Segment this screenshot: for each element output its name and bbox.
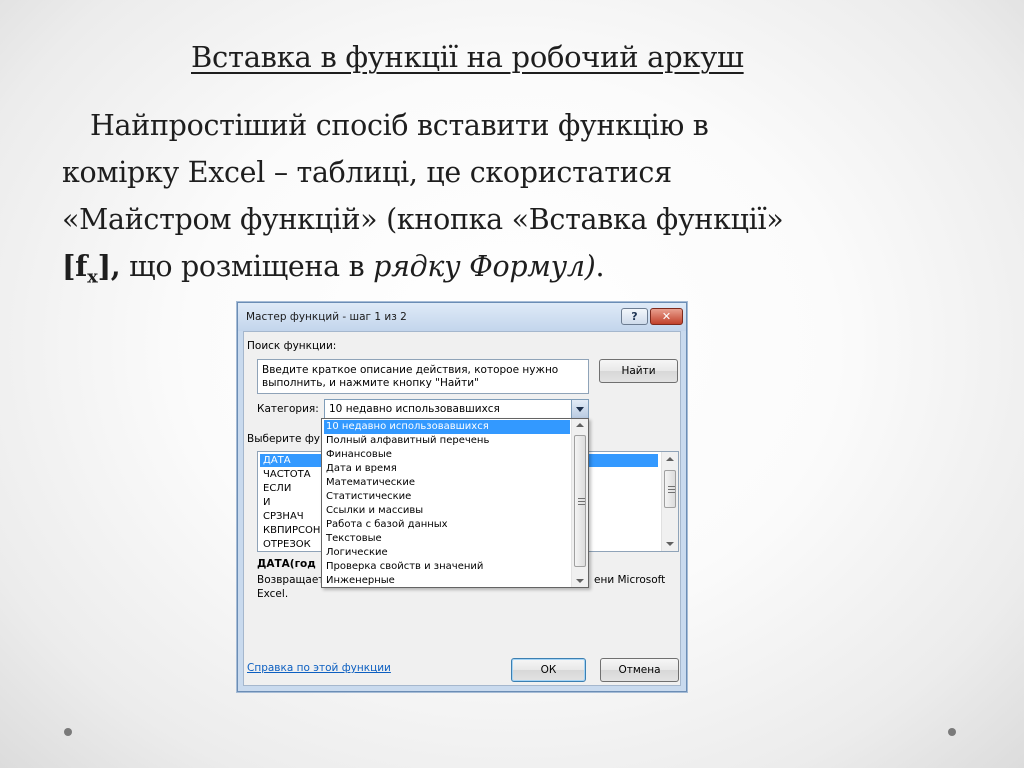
body-line-1: Найпростіший спосіб вставити функцію в: [90, 109, 709, 142]
line4-text: що розміщена в: [120, 250, 374, 283]
fx-close: ],: [97, 249, 121, 283]
grip-line: [578, 501, 585, 502]
list-item[interactable]: ЕСЛИ: [263, 482, 291, 495]
slide-body: Найпростіший спосіб вставити функцію в к…: [62, 102, 962, 301]
category-option[interactable]: Финансовые: [324, 448, 570, 462]
help-button[interactable]: ?: [621, 308, 648, 325]
category-select[interactable]: 10 недавно использовавшихся: [324, 399, 589, 419]
list-item[interactable]: ОТРЕЗОК: [263, 538, 311, 551]
scrollbar-thumb[interactable]: [574, 435, 586, 567]
scroll-down-icon[interactable]: [576, 579, 584, 583]
scroll-down-icon[interactable]: [666, 542, 674, 546]
category-option[interactable]: 10 недавно использовавшихся: [324, 420, 570, 434]
function-description-line2: Excel.: [257, 588, 289, 600]
category-option[interactable]: Работа с базой данных: [324, 518, 570, 532]
fx-sub: x: [87, 266, 98, 288]
decor-dot-right: [948, 728, 956, 736]
function-signature: ДАТА(год: [257, 558, 316, 570]
scroll-up-icon[interactable]: [576, 423, 584, 427]
category-option[interactable]: Статистические: [324, 490, 570, 504]
list-item[interactable]: СРЗНАЧ: [263, 510, 304, 523]
search-text-line2: выполнить, и нажмите кнопку "Найти": [262, 377, 479, 389]
grip-line: [668, 492, 675, 493]
grip-line: [578, 504, 585, 505]
search-text-line1: Введите краткое описание действия, котор…: [262, 364, 559, 376]
list-item[interactable]: ДАТА: [263, 454, 291, 467]
function-list-scrollbar[interactable]: [661, 452, 678, 551]
category-value: 10 недавно использовавшихся: [329, 403, 500, 415]
line4-end: .: [595, 250, 605, 283]
formula-bar-italic: рядку Формул): [373, 250, 596, 283]
category-label: Категория:: [257, 403, 319, 415]
slide-title: Вставка в функції на робочий аркуш: [191, 40, 744, 74]
dialog-titlebar[interactable]: Мастер функций - шаг 1 из 2 ? ✕: [238, 303, 686, 331]
category-option[interactable]: Ссылки и массивы: [324, 504, 570, 518]
category-option[interactable]: Логические: [324, 546, 570, 560]
dialog-title: Мастер функций - шаг 1 из 2: [246, 311, 407, 323]
cancel-button[interactable]: Отмена: [600, 658, 679, 682]
list-item[interactable]: КВПИРСОН: [263, 524, 320, 537]
search-input[interactable]: Введите краткое описание действия, котор…: [257, 359, 589, 394]
body-line-4: [fx], що розміщена в рядку Формул).: [62, 243, 962, 301]
dropdown-scrollbar[interactable]: [571, 419, 588, 587]
list-item[interactable]: И: [263, 496, 270, 509]
category-option[interactable]: Полный алфавитный перечень: [324, 434, 570, 448]
chevron-down-icon[interactable]: [571, 400, 588, 418]
scrollbar-thumb[interactable]: [664, 470, 676, 508]
function-help-link[interactable]: Справка по этой функции: [247, 662, 391, 674]
close-button[interactable]: ✕: [650, 308, 683, 325]
ok-button[interactable]: ОК: [511, 658, 586, 682]
category-option[interactable]: Дата и время: [324, 462, 570, 476]
function-description-start: Возвращает: [257, 574, 325, 586]
select-function-label: Выберите фу: [247, 433, 321, 445]
grip-line: [578, 498, 585, 499]
decor-dot-left: [64, 728, 72, 736]
function-description-end: ени Microsoft: [594, 574, 666, 586]
grip-line: [668, 489, 675, 490]
grip-line: [668, 486, 675, 487]
category-dropdown[interactable]: 10 недавно использовавшихся Полный алфав…: [321, 418, 589, 588]
fx-open: [f: [62, 249, 88, 283]
scroll-up-icon[interactable]: [666, 457, 674, 461]
search-label: Поиск функции:: [247, 340, 337, 352]
category-option[interactable]: Математические: [324, 476, 570, 490]
list-item[interactable]: ЧАСТОТА: [263, 468, 311, 481]
category-option[interactable]: Инженерные: [324, 574, 570, 588]
body-line-3: «Майстром функцій» (кнопка «Вставка функ…: [62, 203, 784, 236]
category-option[interactable]: Текстовые: [324, 532, 570, 546]
category-option[interactable]: Проверка свойств и значений: [324, 560, 570, 574]
body-line-2: комірку Excel – таблиці, це скористатися: [62, 156, 672, 189]
find-button[interactable]: Найти: [599, 359, 678, 383]
